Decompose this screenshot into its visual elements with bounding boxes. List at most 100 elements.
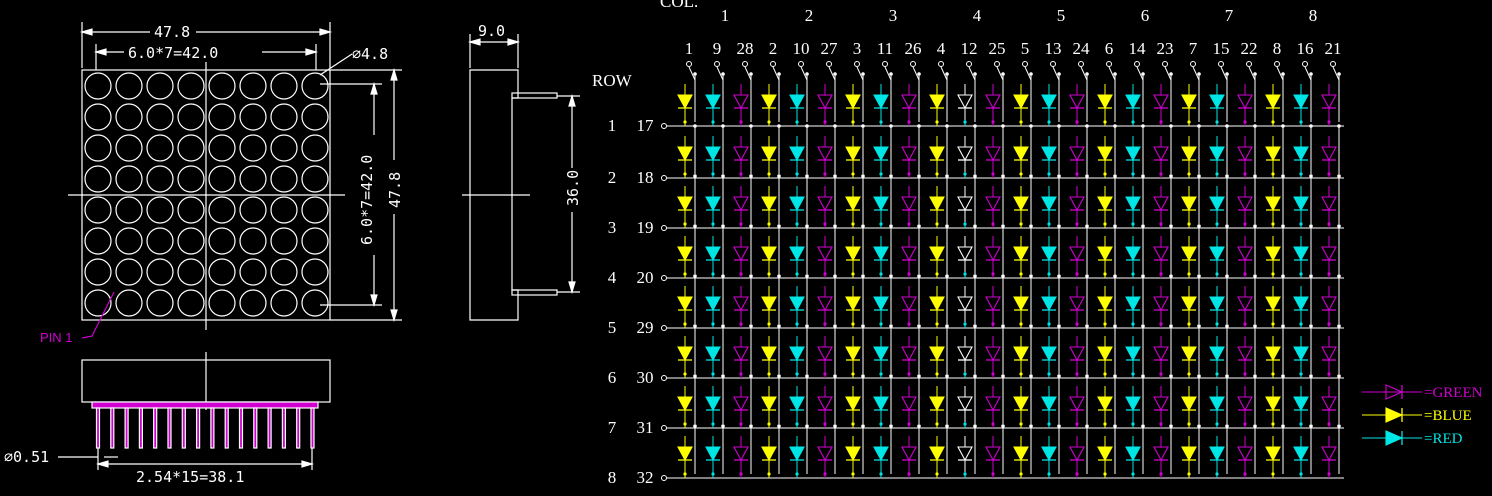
- diode-body: [733, 246, 749, 262]
- junction-dot: [1047, 272, 1051, 276]
- junction-dot: [1187, 372, 1191, 376]
- led-diode: [901, 236, 917, 272]
- junction-dot: [1253, 124, 1257, 128]
- column-terminal: [826, 61, 832, 67]
- junction-dot: [1197, 424, 1201, 428]
- column-pin-label: 16: [1297, 39, 1314, 58]
- junction-dot: [823, 472, 827, 476]
- junction-dot: [935, 120, 939, 124]
- diode-body: [873, 146, 889, 162]
- diode-body: [761, 146, 777, 162]
- column-pin-label: 25: [989, 39, 1006, 58]
- junction-dot: [1337, 174, 1341, 178]
- led-diode: [789, 386, 805, 422]
- diode-body: [817, 196, 833, 212]
- junction-dot: [805, 174, 809, 178]
- junction-dot: [833, 374, 837, 378]
- led-diode: [1041, 286, 1057, 322]
- junction-dot: [1001, 274, 1005, 278]
- junction-dot: [1103, 272, 1107, 276]
- junction-dot: [1085, 174, 1089, 178]
- junction-dot: [851, 120, 855, 124]
- led-dot: [84, 258, 112, 286]
- diode-body: [845, 246, 861, 262]
- column-pin-label: 14: [1129, 39, 1147, 58]
- led-diode: [1321, 286, 1337, 322]
- column-label: 7: [1225, 6, 1234, 25]
- arrow: [507, 38, 521, 46]
- led-diode: [929, 436, 945, 472]
- junction-dot: [945, 374, 949, 378]
- diode-body: [845, 196, 861, 212]
- diode-body: [985, 396, 1001, 412]
- diode-body: [705, 196, 721, 212]
- junction-dot: [739, 272, 743, 276]
- led-dot: [146, 72, 174, 100]
- led-diode: [789, 436, 805, 472]
- diode-body: [789, 94, 805, 110]
- junction-dot: [973, 424, 977, 428]
- junction-dot: [1057, 174, 1061, 178]
- junction-dot: [1337, 424, 1341, 428]
- led-diode: [957, 236, 973, 272]
- diode-body: [1293, 246, 1309, 262]
- junction-dot: [973, 374, 977, 378]
- led-diode: [1153, 336, 1169, 372]
- diode-body: [1181, 396, 1197, 412]
- diode-body: [761, 296, 777, 312]
- diode-body: [1069, 446, 1085, 462]
- junction-dot: [683, 472, 687, 476]
- column-pin-label: 5: [1021, 39, 1030, 58]
- led-dot: [270, 258, 298, 286]
- led-diode: [845, 386, 861, 422]
- junction-dot: [1131, 272, 1135, 276]
- junction-dot: [711, 272, 715, 276]
- led-diode: [1237, 186, 1253, 222]
- junction-dot: [1159, 120, 1163, 124]
- diode-body: [733, 346, 749, 362]
- junction-dot: [851, 222, 855, 226]
- junction-dot: [935, 222, 939, 226]
- junction-dot: [795, 120, 799, 124]
- led-dot: [146, 227, 174, 255]
- column-pin-label: 27: [821, 39, 839, 58]
- junction-dot: [963, 422, 967, 426]
- led-diode: [1125, 436, 1141, 472]
- arrow: [305, 48, 319, 56]
- junction-dot: [833, 124, 837, 128]
- led-diode: [1293, 236, 1309, 272]
- column-terminal: [854, 61, 860, 67]
- junction-dot: [739, 172, 743, 176]
- junction-dot: [1215, 422, 1219, 426]
- led-diode: [985, 336, 1001, 372]
- junction-dot: [1169, 324, 1173, 328]
- led-dot: [84, 165, 112, 193]
- junction-dot: [823, 372, 827, 376]
- junction-dot: [1019, 272, 1023, 276]
- diode-body: [1265, 246, 1281, 262]
- column-pin-label: 1: [685, 39, 694, 58]
- junction-dot: [805, 124, 809, 128]
- diode-body: [1265, 196, 1281, 212]
- junction-dot: [1029, 374, 1033, 378]
- diode-body: [1097, 246, 1113, 262]
- junction-dot: [1103, 372, 1107, 376]
- junction-dot: [1113, 424, 1117, 428]
- pin: [310, 407, 315, 449]
- led-dot: [177, 134, 205, 162]
- junction-dot: [693, 72, 697, 76]
- led-diode: [1237, 286, 1253, 322]
- row-terminal: [661, 325, 667, 331]
- junction-dot: [1169, 224, 1173, 228]
- arrow: [370, 81, 378, 95]
- led-diode: [985, 436, 1001, 472]
- diode-body: [761, 346, 777, 362]
- junction-dot: [805, 72, 809, 76]
- column-terminal: [1302, 61, 1308, 67]
- led-diode: [901, 436, 917, 472]
- junction-dot: [749, 72, 753, 76]
- led-diode: [1265, 136, 1281, 172]
- led-diode: [1181, 336, 1197, 372]
- diode-body: [1153, 246, 1169, 262]
- led-diode: [1069, 186, 1085, 222]
